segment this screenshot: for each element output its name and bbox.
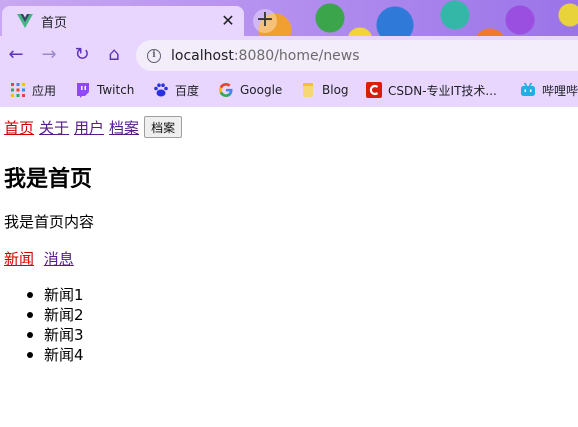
bookmark-google[interactable]: Google <box>218 80 282 100</box>
top-nav: 首页 关于 用户 档案 档案 <box>4 116 183 138</box>
bookmark-label: 哔哩哔 <box>542 83 578 98</box>
browser-tab[interactable]: 首页 ✕ <box>2 6 244 36</box>
page-content: 首页 关于 用户 档案 档案 我是首页 我是首页内容 新闻 消息 新闻1 新闻2… <box>0 107 578 427</box>
sub-nav: 新闻 消息 <box>4 248 79 269</box>
page-body-text: 我是首页内容 <box>4 213 95 231</box>
info-icon[interactable]: i <box>147 48 161 63</box>
browser-chrome: 首页 ✕ + ← → ↻ ⌂ i localhost:8080/home/new… <box>0 0 578 107</box>
bookmark-label: 百度 <box>175 83 200 98</box>
baidu-paw-icon <box>154 83 168 97</box>
apps-grid-icon <box>11 83 25 97</box>
bookmark-twitch[interactable]: Twitch <box>75 80 134 100</box>
nav-link-user[interactable]: 用户 <box>74 117 104 138</box>
url-path: :8080/home/news <box>233 47 360 64</box>
bookmarks-bar: 应用 Twitch 百度 Google Blog CSDN-专业IT技术... … <box>0 74 578 107</box>
url-text: localhost:8080/home/news <box>171 48 360 64</box>
csdn-icon <box>366 82 382 98</box>
list-item: 新闻4 <box>27 346 84 364</box>
nav-link-profile[interactable]: 档案 <box>109 117 139 138</box>
archive-button[interactable]: 档案 <box>144 116 183 138</box>
bookmark-label: Google <box>240 83 283 97</box>
bilibili-icon <box>521 82 535 96</box>
sub-nav-link-news[interactable]: 新闻 <box>4 250 34 268</box>
list-item: 新闻2 <box>27 306 84 324</box>
bookmark-label: CSDN-专业IT技术... <box>388 83 497 98</box>
forward-arrow-icon[interactable]: → <box>39 45 59 65</box>
bookmark-label: Blog <box>322 83 349 97</box>
nav-link-about[interactable]: 关于 <box>39 117 69 138</box>
bookmark-blog[interactable]: Blog <box>300 80 349 100</box>
nav-link-home[interactable]: 首页 <box>4 117 34 138</box>
news-list: 新闻1 新闻2 新闻3 新闻4 <box>27 285 84 365</box>
home-icon[interactable]: ⌂ <box>104 45 124 65</box>
vue-logo-icon <box>17 14 33 28</box>
browser-toolbar: ← → ↻ ⌂ i localhost:8080/home/news <box>0 36 578 74</box>
folder-icon <box>303 83 313 97</box>
back-arrow-icon[interactable]: ← <box>6 45 26 65</box>
bookmark-label: 应用 <box>32 83 57 98</box>
twitch-icon <box>77 83 89 98</box>
bookmark-csdn[interactable]: CSDN-专业IT技术... <box>366 80 497 100</box>
close-tab-icon[interactable]: ✕ <box>220 13 236 29</box>
reload-icon[interactable]: ↻ <box>72 45 92 65</box>
bookmark-label: Twitch <box>97 83 135 97</box>
list-item: 新闻3 <box>27 326 84 344</box>
bookmark-bilibili[interactable]: 哔哩哔 <box>520 80 578 100</box>
new-tab-button[interactable]: + <box>253 9 277 33</box>
url-host: localhost <box>171 47 234 64</box>
bookmark-apps[interactable]: 应用 <box>10 80 56 100</box>
page-title: 我是首页 <box>4 167 93 192</box>
bookmark-baidu[interactable]: 百度 <box>153 80 199 100</box>
tab-title: 首页 <box>41 15 68 31</box>
sub-nav-link-messages[interactable]: 消息 <box>44 250 74 268</box>
google-icon <box>219 83 233 97</box>
list-item: 新闻1 <box>27 286 84 304</box>
address-bar[interactable]: i localhost:8080/home/news <box>136 40 578 71</box>
